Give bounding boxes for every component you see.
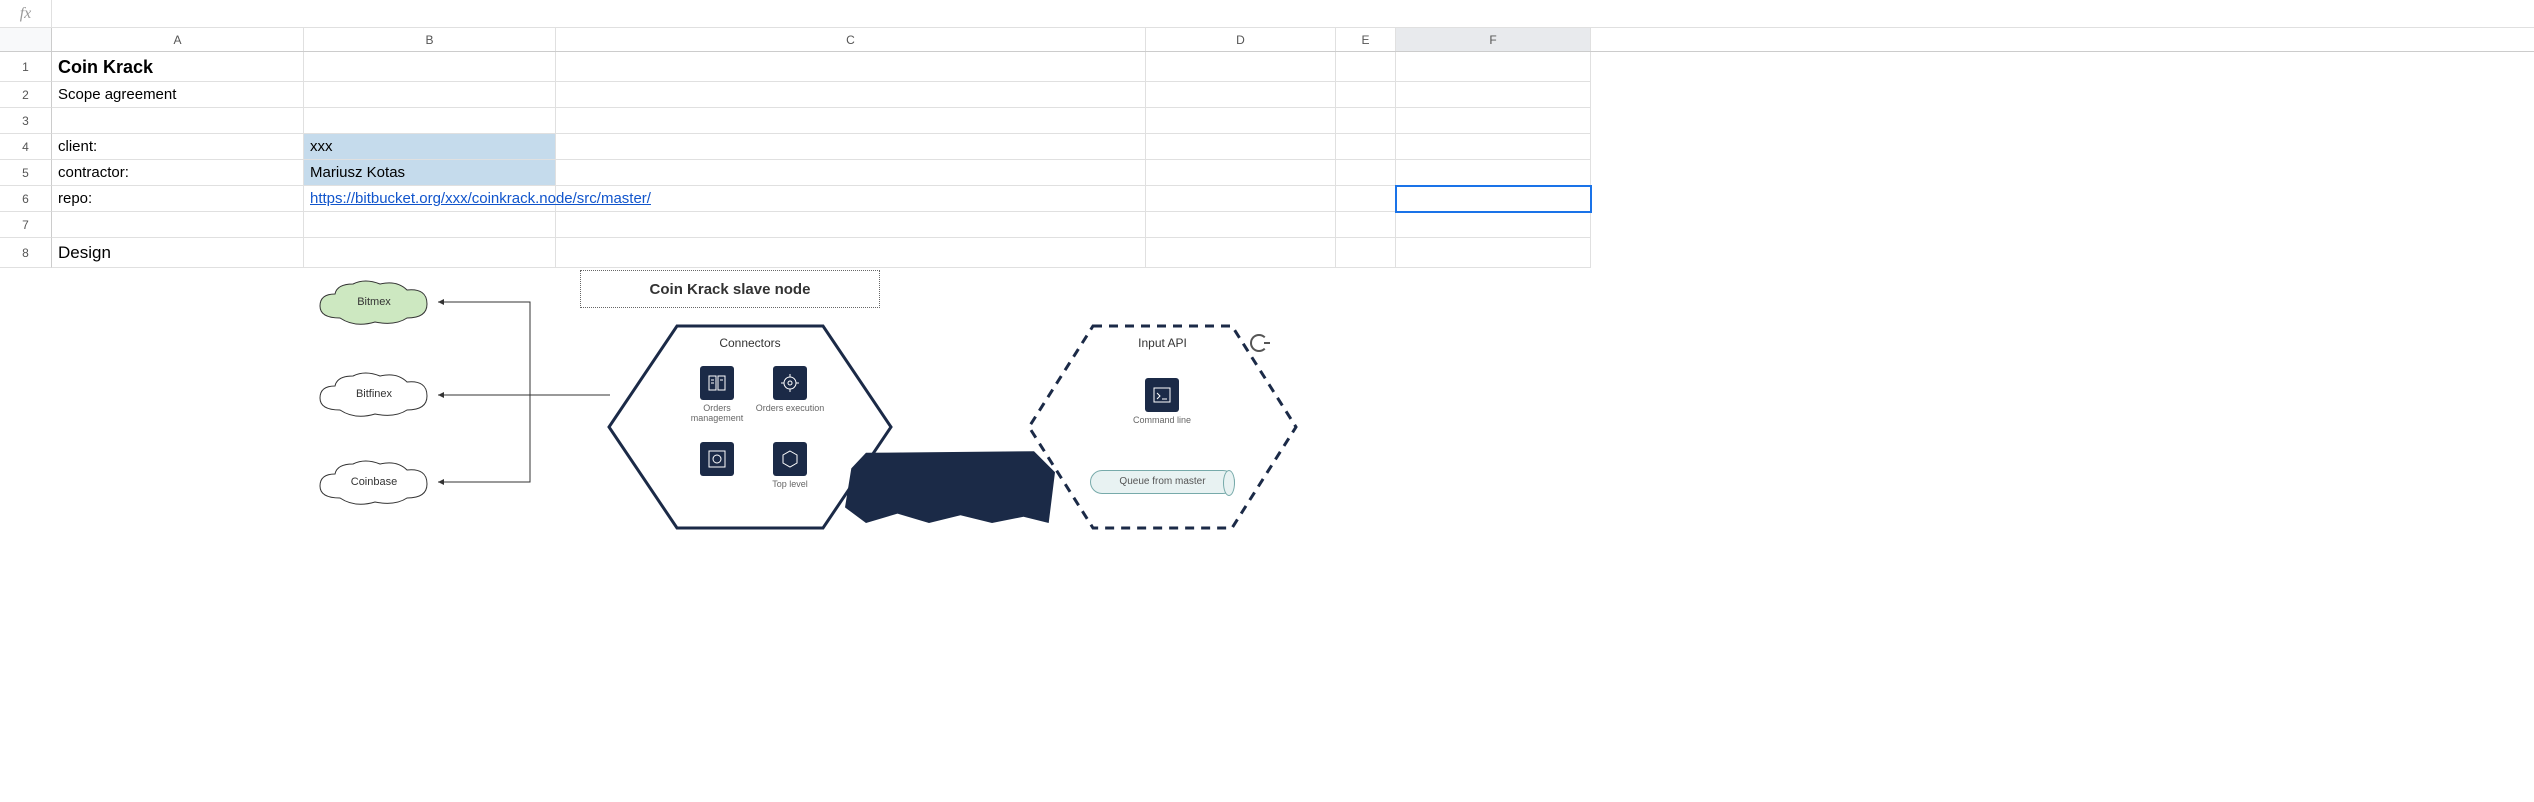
row-3: 3: [0, 108, 2534, 134]
command-line-label: Command line: [1122, 416, 1202, 426]
cell-C2[interactable]: [556, 82, 1146, 108]
orders-execution-label: Orders execution: [750, 404, 830, 414]
row-header-3[interactable]: 3: [0, 108, 52, 134]
row-header-5[interactable]: 5: [0, 160, 52, 186]
cell-C6[interactable]: [556, 186, 1146, 212]
orders-execution-icon: [773, 366, 807, 400]
cell-E6[interactable]: [1336, 186, 1396, 212]
cell-F6[interactable]: [1396, 186, 1591, 212]
cell-D8[interactable]: [1146, 238, 1336, 268]
col-header-D[interactable]: D: [1146, 28, 1336, 51]
cloud-label-bitmex: Bitmex: [315, 296, 433, 308]
col-header-B[interactable]: B: [304, 28, 556, 51]
row-1: 1 Coin Krack: [0, 52, 2534, 82]
cell-A2[interactable]: Scope agreement: [52, 82, 304, 108]
row-header-8[interactable]: 8: [0, 238, 52, 268]
spreadsheet-grid: A B C D E F 1 Coin Krack 2 Scope agreeme…: [0, 28, 2534, 268]
cell-C3[interactable]: [556, 108, 1146, 134]
cell-A3[interactable]: [52, 108, 304, 134]
col-header-C[interactable]: C: [556, 28, 1146, 51]
cell-E8[interactable]: [1336, 238, 1396, 268]
dark-connector-shape: [845, 445, 1055, 523]
row-header-7[interactable]: 7: [0, 212, 52, 238]
cell-F5[interactable]: [1396, 160, 1591, 186]
cell-B7[interactable]: [304, 212, 556, 238]
cell-E2[interactable]: [1336, 82, 1396, 108]
row-7: 7: [0, 212, 2534, 238]
cloud-label-coinbase: Coinbase: [315, 476, 433, 488]
row-2: 2 Scope agreement: [0, 82, 2534, 108]
column-headers: A B C D E F: [0, 28, 2534, 52]
node-icon: [773, 442, 807, 476]
row-4: 4 client: xxx: [0, 134, 2534, 160]
cell-C1[interactable]: [556, 52, 1146, 82]
select-all-corner[interactable]: [0, 28, 52, 51]
orders-management-icon: [700, 366, 734, 400]
cell-B3[interactable]: [304, 108, 556, 134]
cell-B1[interactable]: [304, 52, 556, 82]
cell-A7[interactable]: [52, 212, 304, 238]
cell-F4[interactable]: [1396, 134, 1591, 160]
cell-F1[interactable]: [1396, 52, 1591, 82]
cloud-coinbase: Coinbase: [315, 458, 433, 510]
cell-A5[interactable]: contractor:: [52, 160, 304, 186]
cloud-label-bitfinex: Bitfinex: [315, 388, 433, 400]
cell-B4[interactable]: xxx: [304, 134, 556, 160]
row-header-1[interactable]: 1: [0, 52, 52, 82]
api-c-icon: [1250, 334, 1268, 352]
row-header-4[interactable]: 4: [0, 134, 52, 160]
cell-E4[interactable]: [1336, 134, 1396, 160]
cell-F2[interactable]: [1396, 82, 1591, 108]
cell-D5[interactable]: [1146, 160, 1336, 186]
cell-D2[interactable]: [1146, 82, 1336, 108]
cell-F7[interactable]: [1396, 212, 1591, 238]
cell-F3[interactable]: [1396, 108, 1591, 134]
cell-E5[interactable]: [1336, 160, 1396, 186]
cell-A4[interactable]: client:: [52, 134, 304, 160]
queue-cylinder: Queue from master: [1090, 470, 1235, 494]
row-header-6[interactable]: 6: [0, 186, 52, 212]
connectors-title: Connectors: [605, 336, 895, 350]
cloud-bitmex: Bitmex: [315, 278, 433, 330]
col-header-F[interactable]: F: [1396, 28, 1591, 51]
cell-F8[interactable]: [1396, 238, 1591, 268]
row-8: 8 Design: [0, 238, 2534, 268]
fx-label: fx: [0, 0, 52, 27]
formula-input[interactable]: [52, 0, 2534, 27]
cell-A1[interactable]: Coin Krack: [52, 52, 304, 82]
cloud-bitfinex: Bitfinex: [315, 370, 433, 422]
col-header-A[interactable]: A: [52, 28, 304, 51]
top-level-label-2: Top level: [750, 480, 830, 490]
formula-bar: fx: [0, 0, 2534, 28]
cell-C4[interactable]: [556, 134, 1146, 160]
cell-E7[interactable]: [1336, 212, 1396, 238]
cell-D3[interactable]: [1146, 108, 1336, 134]
cell-B2[interactable]: [304, 82, 556, 108]
cell-B6[interactable]: https://bitbucket.org/xxx/coinkrack.node…: [304, 186, 556, 212]
cell-E1[interactable]: [1336, 52, 1396, 82]
row-5: 5 contractor: Mariusz Kotas: [0, 160, 2534, 186]
cell-D4[interactable]: [1146, 134, 1336, 160]
settings-icon: [700, 442, 734, 476]
cell-B8[interactable]: [304, 238, 556, 268]
col-header-E[interactable]: E: [1336, 28, 1396, 51]
orders-management-label: Orders management: [677, 404, 757, 424]
architecture-diagram: Coin Krack slave node Bitmex Bitfinex Co…: [315, 270, 1305, 530]
command-line-icon: [1145, 378, 1179, 412]
cell-A6[interactable]: repo:: [52, 186, 304, 212]
cell-C5[interactable]: [556, 160, 1146, 186]
cell-D1[interactable]: [1146, 52, 1336, 82]
cell-C8[interactable]: [556, 238, 1146, 268]
cell-D6[interactable]: [1146, 186, 1336, 212]
cell-D7[interactable]: [1146, 212, 1336, 238]
row-6: 6 repo: https://bitbucket.org/xxx/coinkr…: [0, 186, 2534, 212]
cell-B5[interactable]: Mariusz Kotas: [304, 160, 556, 186]
cell-C7[interactable]: [556, 212, 1146, 238]
cell-E3[interactable]: [1336, 108, 1396, 134]
input-api-hexagon: Input API Command line: [1025, 322, 1300, 532]
cell-A8[interactable]: Design: [52, 238, 304, 268]
row-header-2[interactable]: 2: [0, 82, 52, 108]
